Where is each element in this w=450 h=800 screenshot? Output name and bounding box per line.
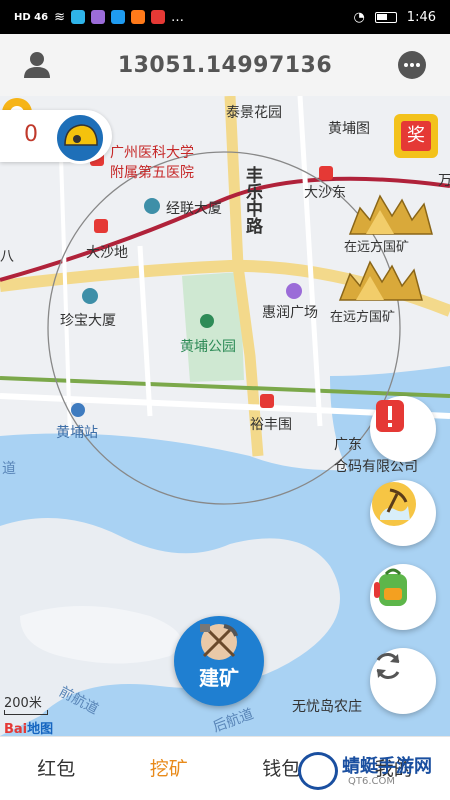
road-label: 丰乐中路	[242, 166, 262, 234]
poi-label: 广东	[334, 437, 362, 453]
refresh-icon	[376, 653, 400, 679]
metro-icon	[260, 394, 274, 408]
metro-icon	[319, 166, 333, 180]
poi-label: 黄埔图	[328, 121, 370, 137]
metro-icon	[94, 219, 108, 233]
wifi-icon: ≋	[54, 9, 65, 25]
refresh-button[interactable]	[370, 648, 436, 714]
poi-label: 惠润广场	[262, 305, 318, 321]
building-icon	[82, 288, 98, 304]
app-notification-icon	[110, 10, 125, 24]
app-notification-icon	[150, 10, 165, 24]
score-value: 0	[24, 122, 38, 147]
build-mine-button[interactable]: 建矿	[174, 616, 264, 706]
reward-button[interactable]: 奖	[394, 114, 438, 158]
speed-icon: ◔	[353, 9, 365, 25]
score-counter: 0	[0, 110, 112, 164]
watermark-url: QT6.COM	[348, 776, 396, 787]
poi-label: 万	[438, 173, 450, 189]
baidu-logo: Bai地图	[4, 722, 54, 736]
build-mine-label: 建矿	[199, 666, 239, 690]
crossed-tools-icon	[200, 624, 238, 660]
frog-logo-icon	[298, 752, 338, 790]
status-bar: HD 46 ≋ … ◔ 1:46	[0, 0, 450, 34]
train-icon	[71, 403, 85, 417]
map-scale-bar	[4, 710, 48, 715]
watermark: 蜻蜓手游网 QT6.COM	[294, 748, 444, 794]
backpack-button[interactable]	[370, 564, 436, 630]
page-title: 13051.14997136	[117, 52, 333, 78]
tab-red-packet[interactable]: 红包	[0, 737, 113, 800]
pickaxe-icon	[372, 482, 416, 526]
alert-button[interactable]	[370, 396, 436, 462]
app-notification-icon	[70, 10, 85, 24]
poi-label: 附属第五医院	[110, 165, 194, 181]
building-icon	[144, 198, 160, 214]
map-view[interactable]: 泰景花园 黄埔图 广州医科大学 附属第五医院 丰乐中路 大沙东 经联大厦 大沙地…	[0, 96, 450, 736]
app-notification-icon	[90, 10, 105, 24]
poi-label: 大沙地	[86, 245, 128, 261]
poi-label: 大沙东	[304, 185, 346, 201]
poi-label: 八	[0, 249, 14, 265]
alert-icon	[376, 400, 404, 432]
app-header: 13051.14997136	[0, 34, 450, 96]
water-label: 道	[2, 461, 16, 477]
poi-label: 黄埔站	[56, 425, 98, 441]
park-icon	[200, 314, 214, 328]
reward-label: 奖	[401, 121, 431, 151]
user-icon[interactable]	[22, 50, 52, 80]
helmet-icon	[64, 124, 98, 146]
clock: 1:46	[406, 9, 436, 25]
tab-mining[interactable]: 挖矿	[113, 737, 226, 800]
poi-label: 裕丰围	[250, 417, 292, 433]
mine-icon[interactable]	[336, 256, 424, 302]
poi-label: 无忧岛农庄	[292, 699, 362, 715]
poi-label: 经联大厦	[166, 201, 222, 217]
app-notification-icon	[130, 10, 145, 24]
backpack-icon	[374, 568, 407, 606]
network-indicator: HD 46	[14, 11, 49, 23]
poi-label: 珍宝大厦	[60, 313, 116, 329]
more-options-icon[interactable]	[398, 51, 426, 79]
mine-label[interactable]: 在远方国矿	[330, 306, 395, 325]
map-scale-label: 200米	[4, 696, 42, 711]
miner-helmet-icon[interactable]	[54, 112, 106, 164]
mine-tool-button[interactable]	[370, 480, 436, 546]
shopping-icon	[286, 283, 302, 299]
more-notifications-icon: …	[170, 9, 184, 25]
poi-label: 泰景花园	[226, 105, 282, 121]
watermark-name: 蜻蜓手游网	[342, 756, 432, 777]
poi-label: 黄埔公园	[180, 339, 236, 355]
battery-icon	[374, 11, 397, 23]
poi-label: 广州医科大学	[110, 145, 194, 161]
mine-icon[interactable]	[346, 190, 434, 236]
mine-label[interactable]: 在远方国矿	[344, 236, 409, 255]
